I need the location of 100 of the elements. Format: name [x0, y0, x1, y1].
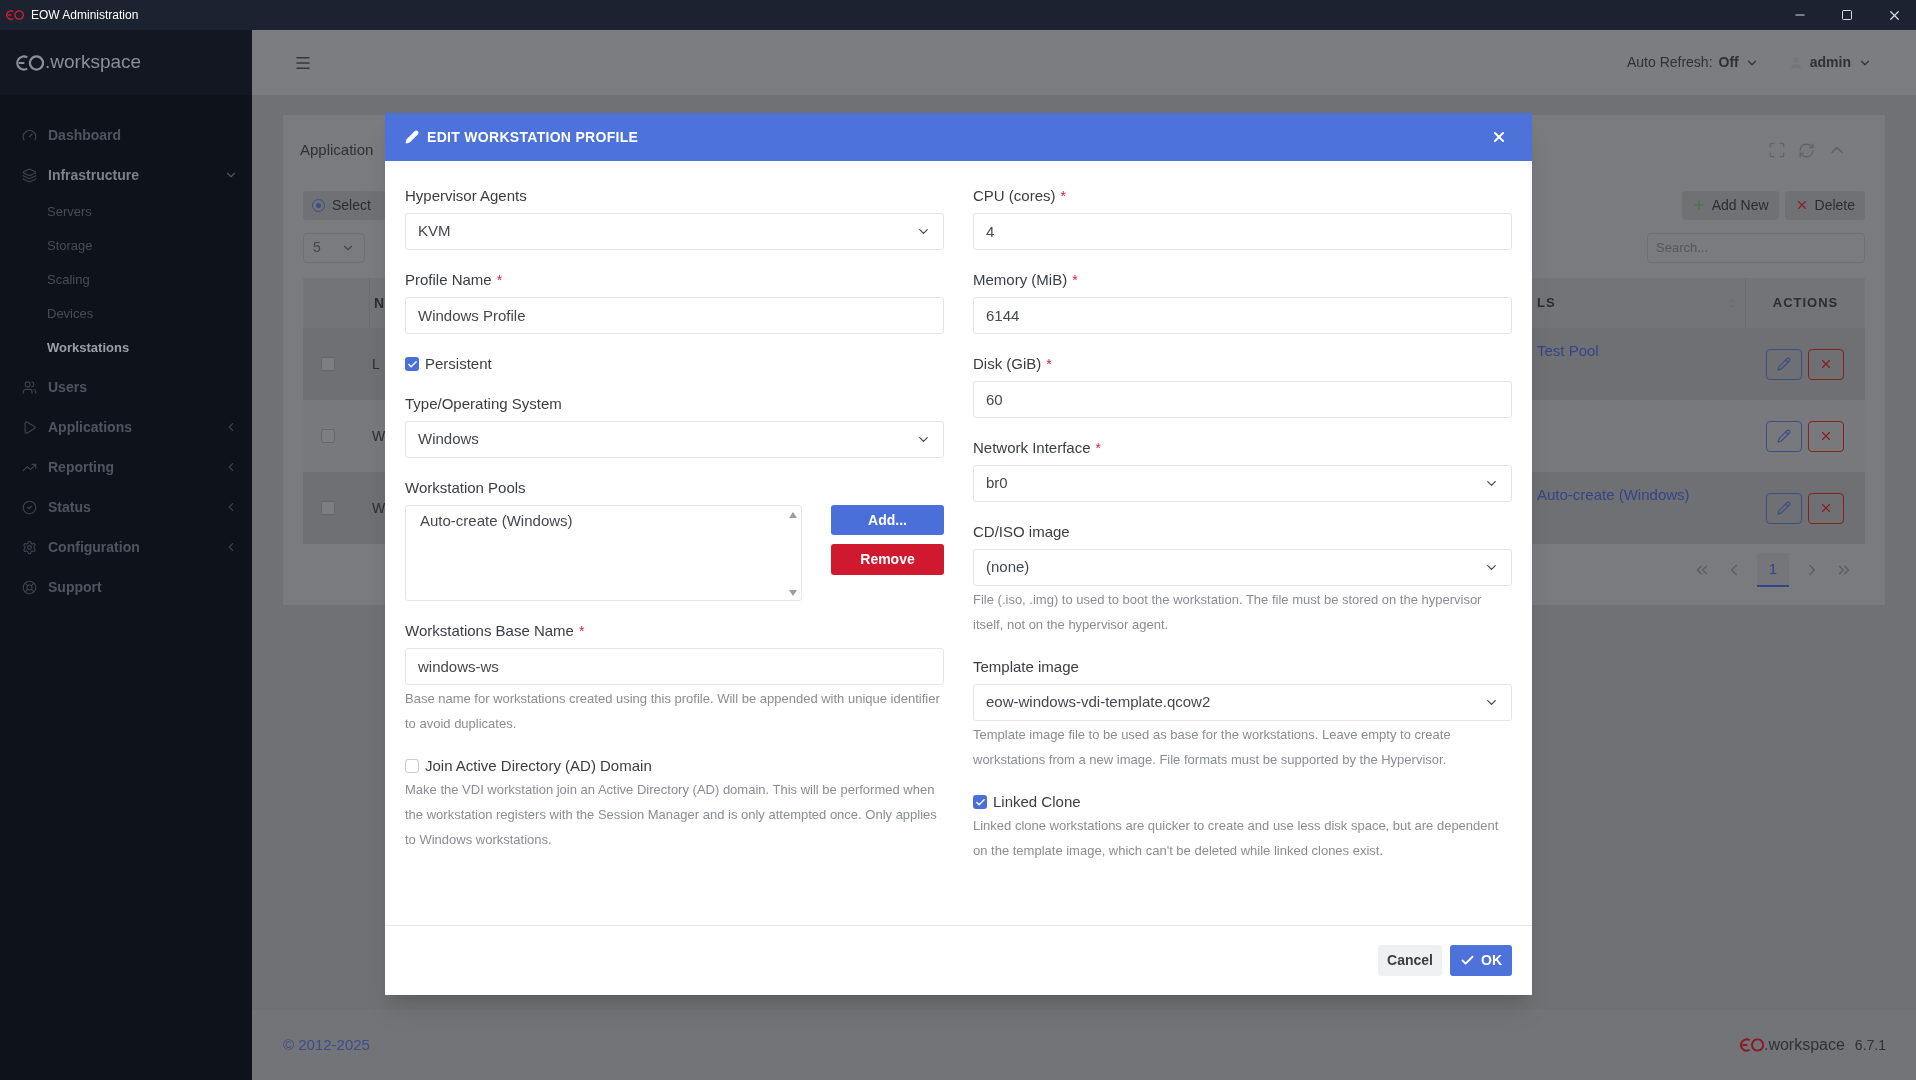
- text-field[interactable]: Windows Profile: [405, 297, 944, 334]
- delete-button[interactable]: Delete: [1784, 190, 1865, 220]
- row-checkbox[interactable]: [321, 501, 335, 515]
- table-cell-text: W: [372, 498, 386, 518]
- select-all-button[interactable]: Select: [303, 190, 385, 220]
- delete-row-button[interactable]: [1808, 348, 1844, 380]
- add-new-button[interactable]: Add New: [1681, 190, 1779, 220]
- check-circle-icon: [22, 499, 37, 515]
- row-checkbox[interactable]: [321, 357, 335, 371]
- field-label: Network Interface: [973, 437, 1091, 458]
- select-field[interactable]: (none): [973, 549, 1512, 586]
- sidebar-item[interactable]: Configuration: [0, 527, 252, 567]
- user-menu[interactable]: admin: [1788, 52, 1872, 73]
- checkbox-label: Persistent: [425, 353, 492, 374]
- field-label: Template image: [973, 656, 1079, 677]
- column-header: LS: [1537, 294, 1556, 313]
- logo-icon: [6, 9, 24, 21]
- list-item[interactable]: Auto-create (Windows): [420, 510, 801, 532]
- required-mark: *: [496, 270, 503, 290]
- logo-icon: [16, 52, 44, 73]
- delete-row-button[interactable]: [1808, 492, 1844, 524]
- auto-refresh-dropdown[interactable]: Auto Refresh: Off: [1626, 52, 1759, 73]
- logo-icon: [1739, 1037, 1764, 1053]
- required-mark: *: [1095, 438, 1101, 458]
- required-mark: *: [1046, 354, 1052, 374]
- x-icon: [1819, 501, 1833, 515]
- required-mark: *: [1060, 186, 1066, 206]
- delete-row-button[interactable]: [1808, 420, 1844, 452]
- cancel-button[interactable]: Cancel: [1378, 945, 1442, 976]
- edit-button[interactable]: [1766, 492, 1802, 524]
- pencil-icon: [1777, 429, 1791, 443]
- check-icon: [1460, 953, 1475, 968]
- logo-text: .workspace: [45, 50, 142, 75]
- pool-link[interactable]: Test Pool: [1537, 340, 1599, 363]
- pool-link[interactable]: Auto-create (Windows): [1537, 484, 1690, 507]
- ok-button[interactable]: OK: [1450, 945, 1512, 976]
- card-title: Application: [300, 139, 375, 160]
- field-label: CD/ISO image: [973, 521, 1070, 542]
- brand-text: .workspace: [1763, 1035, 1845, 1055]
- sidebar-item[interactable]: Status: [0, 487, 252, 527]
- help-text: Linked clone workstations are quicker to create and use less disk space, but are dependent on the template image, which can't be deleted while linked clones exist.: [973, 817, 1500, 860]
- page-button[interactable]: 1: [1757, 553, 1789, 587]
- add-button[interactable]: Add...: [831, 505, 944, 535]
- play-icon: [22, 419, 37, 435]
- help-text: Base name for workstations created using this profile. Will be appended with unique identifier to avoid duplicates.: [405, 690, 941, 733]
- pencil-icon: [1777, 501, 1791, 515]
- checkbox[interactable]: [405, 759, 419, 773]
- sidebar-subitem[interactable]: Servers: [0, 195, 252, 229]
- maximize-icon[interactable]: [1841, 9, 1853, 21]
- checkbox-label: Linked Clone: [993, 791, 1081, 812]
- help-text: File (.iso, .img) to used to boot the workstation. The file must be stored on the hypervisor itself, not on the hypervisor agent.: [973, 591, 1483, 634]
- text-field[interactable]: 4: [973, 213, 1512, 250]
- sidebar-item[interactable]: Infrastructure: [0, 155, 252, 195]
- field-label: Memory (MiB): [973, 269, 1068, 290]
- refresh-icon[interactable]: [1798, 141, 1815, 159]
- row-checkbox[interactable]: [321, 429, 335, 443]
- x-icon: [1819, 357, 1833, 371]
- checkbox-label: Join Active Directory (AD) Domain: [425, 755, 652, 776]
- text-field[interactable]: windows-ws: [405, 648, 944, 685]
- sidebar-item[interactable]: Reporting: [0, 447, 252, 487]
- edit-button[interactable]: [1766, 348, 1802, 380]
- sidebar-subitem[interactable]: Workstations: [0, 331, 252, 365]
- text-field[interactable]: 60: [973, 381, 1512, 418]
- field-label: Workstation Pools: [405, 477, 526, 498]
- plus-icon: [1691, 198, 1706, 212]
- checkbox[interactable]: [405, 357, 419, 371]
- help-text: Make the VDI workstation join an Active Directory (AD) domain. This will be performed when the workstation registers with the Session Manager and is only attempted once. Only applies to Windows workstations.: [405, 781, 938, 849]
- dialog-title: EDIT WORKSTATION PROFILE: [427, 127, 640, 147]
- column-header: ACTIONS: [1772, 294, 1839, 313]
- user-icon: [22, 379, 37, 395]
- field-label: Profile Name: [405, 269, 492, 290]
- edit-button[interactable]: [1766, 420, 1802, 452]
- sidebar-item[interactable]: Dashboard: [0, 115, 252, 155]
- required-mark: *: [1072, 270, 1078, 290]
- layers-icon: [22, 167, 37, 183]
- help-text: Template image file to be used as base for the workstations. Leave empty to create workstations from a new image. File formats must be supported by the Hypervisor.: [973, 726, 1452, 769]
- required-mark: *: [578, 621, 585, 641]
- pool-listbox[interactable]: Auto-create (Windows): [405, 505, 802, 601]
- field-label: Type/Operating System: [405, 393, 562, 414]
- sidebar-item[interactable]: Support: [0, 567, 252, 607]
- sidebar-subitem[interactable]: Scaling: [0, 263, 252, 297]
- select-field[interactable]: br0: [973, 465, 1512, 502]
- select-field[interactable]: eow-windows-vdi-template.qcow2: [973, 684, 1512, 721]
- checkbox[interactable]: [973, 795, 987, 809]
- x-icon: [1819, 429, 1833, 443]
- version-text: 6.7.1: [1854, 1035, 1886, 1055]
- field-label: Disk (GiB): [973, 353, 1042, 374]
- sidebar-subitem[interactable]: Storage: [0, 229, 252, 263]
- window-title: EOW Administration: [31, 7, 140, 24]
- scroll-up-icon[interactable]: [789, 512, 797, 518]
- select-field[interactable]: Windows: [405, 421, 944, 458]
- select-field[interactable]: KVM: [405, 213, 944, 250]
- scroll-down-icon[interactable]: [789, 590, 797, 596]
- text-field[interactable]: 6144: [973, 297, 1512, 334]
- sidebar-item[interactable]: Users: [0, 367, 252, 407]
- field-label: Hypervisor Agents: [405, 185, 527, 206]
- sidebar-subitem[interactable]: Devices: [0, 297, 252, 331]
- remove-button[interactable]: Remove: [831, 544, 944, 575]
- sidebar-item[interactable]: Applications: [0, 407, 252, 447]
- fullscreen-icon[interactable]: [1768, 141, 1786, 159]
